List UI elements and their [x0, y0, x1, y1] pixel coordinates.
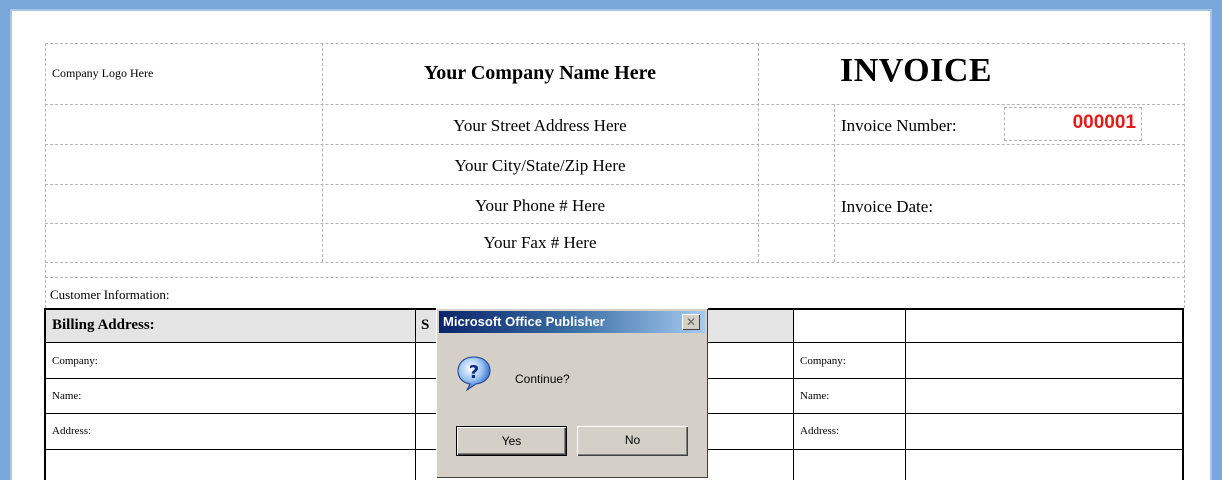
svg-text:?: ? [469, 362, 479, 383]
billing-address-header[interactable]: Billing Address: [52, 317, 155, 334]
shipping-address-label[interactable]: Address: [800, 425, 839, 437]
street-address[interactable]: Your Street Address Here [322, 116, 758, 136]
dialog-title: Microsoft Office Publisher [443, 314, 605, 329]
invoice-number-label: Invoice Number: [841, 116, 957, 135]
invoice-number[interactable]: 000001 [1004, 112, 1142, 134]
customer-info-label: Customer Information: [50, 287, 170, 302]
window-frame-left [0, 0, 10, 480]
phone-number[interactable]: Your Phone # Here [322, 196, 758, 216]
invoice-date-label: Invoice Date: [841, 197, 934, 216]
window-frame-inner-right [1210, 9, 1212, 480]
window-frame-right [1212, 0, 1222, 480]
shipping-address-header[interactable]: S [421, 317, 429, 334]
dialog-message: Continue? [515, 372, 570, 386]
close-icon[interactable]: ✕ [682, 314, 700, 330]
shipping-name-label[interactable]: Name: [800, 390, 829, 402]
billing-company-label[interactable]: Company: [52, 355, 98, 367]
question-icon: ? [455, 354, 493, 392]
company-logo-placeholder[interactable]: Company Logo Here [52, 66, 153, 81]
window-frame-inner-left [10, 9, 12, 480]
billing-address-label[interactable]: Address: [52, 425, 91, 437]
invoice-title[interactable]: INVOICE [840, 52, 992, 90]
company-name[interactable]: Your Company Name Here [322, 62, 758, 85]
no-button[interactable]: No [577, 426, 688, 456]
yes-button[interactable]: Yes [456, 426, 567, 456]
window-frame-top [0, 0, 1222, 9]
city-state-zip[interactable]: Your City/State/Zip Here [322, 156, 758, 176]
window-frame-inner-top [10, 9, 1212, 11]
fax-number[interactable]: Your Fax # Here [322, 233, 758, 253]
shipping-company-label[interactable]: Company: [800, 355, 846, 367]
billing-name-label[interactable]: Name: [52, 390, 81, 402]
